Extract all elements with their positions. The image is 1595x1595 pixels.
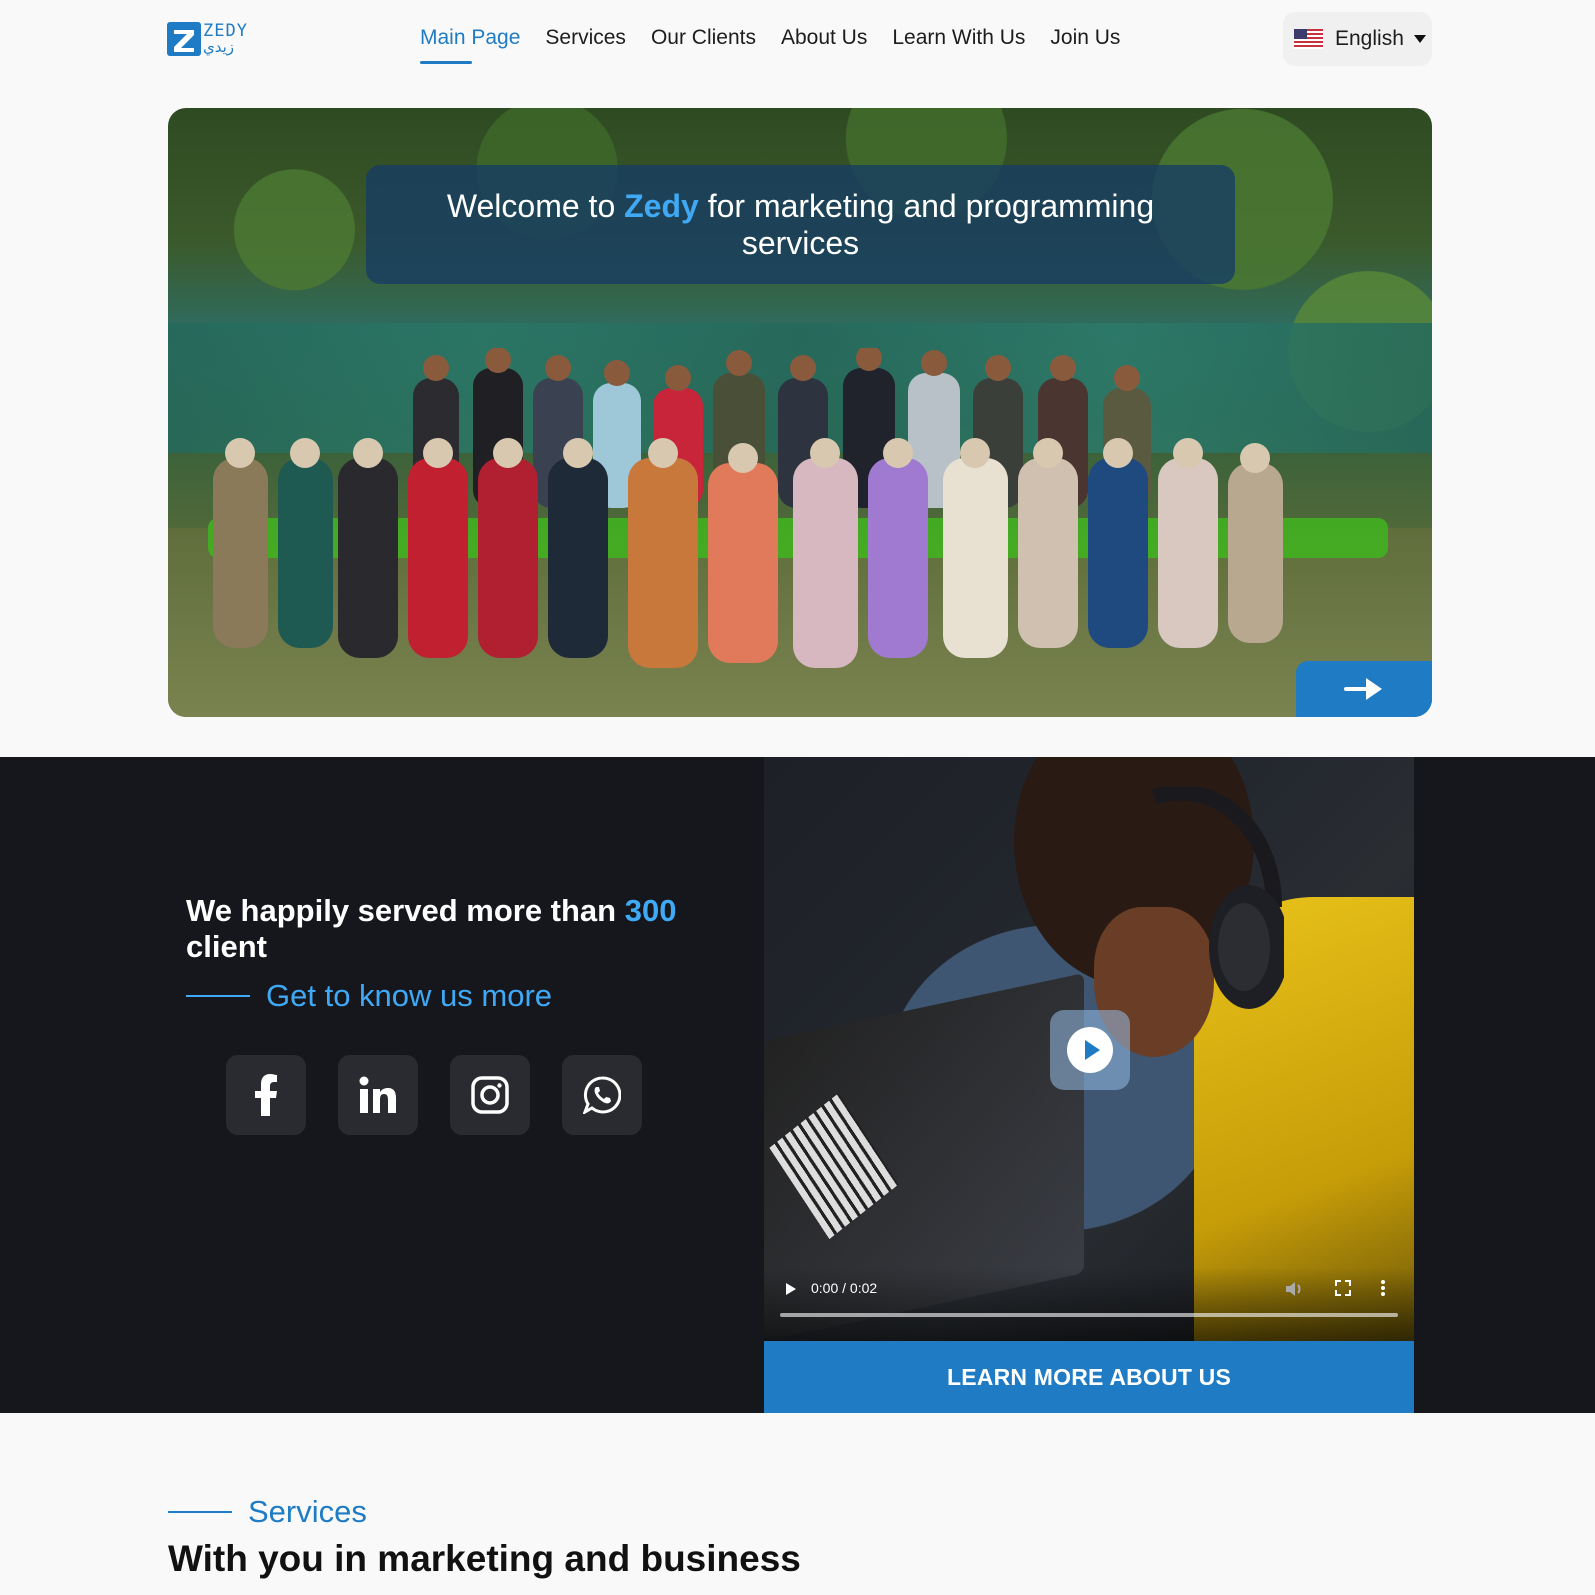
hero-banner: Welcome to Zedy for marketing and progra…: [366, 165, 1235, 284]
served-clients-heading: We happily served more than 300 client: [186, 893, 726, 965]
logo-text-ar: زيدي: [203, 38, 235, 56]
menu-item-services[interactable]: Services: [545, 26, 626, 50]
know-us-divider: [186, 995, 250, 997]
hero-title-suffix: for marketing and programming services: [698, 187, 1155, 261]
menu-item-about-us[interactable]: About Us: [781, 26, 867, 50]
learn-more-about-us-button[interactable]: LEARN MORE ABOUT US: [764, 1341, 1414, 1413]
zedy-logo[interactable]: ZEDY زيدي: [167, 20, 271, 58]
services-section-tag: Services: [168, 1494, 367, 1530]
whatsapp-button[interactable]: [562, 1055, 642, 1135]
play-icon[interactable]: [784, 1281, 798, 1297]
video-time: 0:00 / 0:02: [811, 1280, 878, 1296]
served-suffix: client: [186, 929, 267, 964]
video-controls: 0:00 / 0:02: [764, 1267, 1414, 1341]
video-progress-bar[interactable]: [780, 1313, 1398, 1317]
linkedin-button[interactable]: [338, 1055, 418, 1135]
team-photo-group: [208, 348, 1388, 668]
logo-text: ZEDY زيدي: [203, 23, 248, 55]
menu-item-our-clients[interactable]: Our Clients: [651, 26, 756, 50]
more-options-icon[interactable]: [1380, 1279, 1386, 1297]
main-menu: Main Page Services Our Clients About Us …: [420, 26, 1145, 64]
logo-z-icon: [167, 22, 201, 56]
hero-slider: Welcome to Zedy for marketing and progra…: [168, 108, 1432, 717]
social-links: [226, 1055, 674, 1135]
hero-title: Welcome to Zedy for marketing and progra…: [406, 188, 1195, 262]
fullscreen-icon[interactable]: [1334, 1279, 1352, 1297]
hero-title-brand: Zedy: [624, 187, 699, 224]
served-prefix: We happily served more than: [186, 893, 625, 928]
services-heading: With you in marketing and business: [168, 1538, 801, 1579]
volume-icon[interactable]: [1284, 1279, 1304, 1299]
arrow-right-icon: [1344, 678, 1382, 700]
language-label: English: [1335, 27, 1404, 50]
whatsapp-icon: [583, 1076, 621, 1114]
services-divider: [168, 1511, 232, 1513]
menu-item-learn-with-us[interactable]: Learn With Us: [892, 26, 1025, 50]
instagram-button[interactable]: [450, 1055, 530, 1135]
hero-next-button[interactable]: [1296, 661, 1432, 717]
instagram-icon: [471, 1076, 509, 1114]
video-play-button[interactable]: [1050, 1010, 1130, 1090]
know-us-more-text: Get to know us more: [266, 978, 553, 1013]
menu-item-main-page[interactable]: Main Page: [420, 26, 520, 64]
promo-video-player[interactable]: 0:00 / 0:02: [764, 757, 1414, 1341]
about-section: We happily served more than 300 client G…: [0, 757, 1595, 1413]
served-count: 300: [624, 893, 677, 928]
services-label: Services: [248, 1494, 367, 1529]
headphones-graphic: [1151, 787, 1284, 1009]
play-circle-icon: [1067, 1027, 1113, 1073]
know-us-more-link[interactable]: Get to know us more: [186, 978, 552, 1014]
menu-item-join-us[interactable]: Join Us: [1050, 26, 1120, 50]
us-flag-icon: [1294, 29, 1323, 49]
caret-down-icon: [1413, 35, 1426, 43]
language-selector[interactable]: English: [1283, 12, 1432, 66]
top-navbar: ZEDY زيدي Main Page Services Our Clients…: [0, 0, 1595, 80]
facebook-icon: [255, 1074, 277, 1116]
facebook-button[interactable]: [226, 1055, 306, 1135]
linkedin-icon: [359, 1076, 396, 1113]
video-frame-keyboard: [769, 1093, 899, 1240]
hero-title-prefix: Welcome to: [446, 187, 625, 224]
